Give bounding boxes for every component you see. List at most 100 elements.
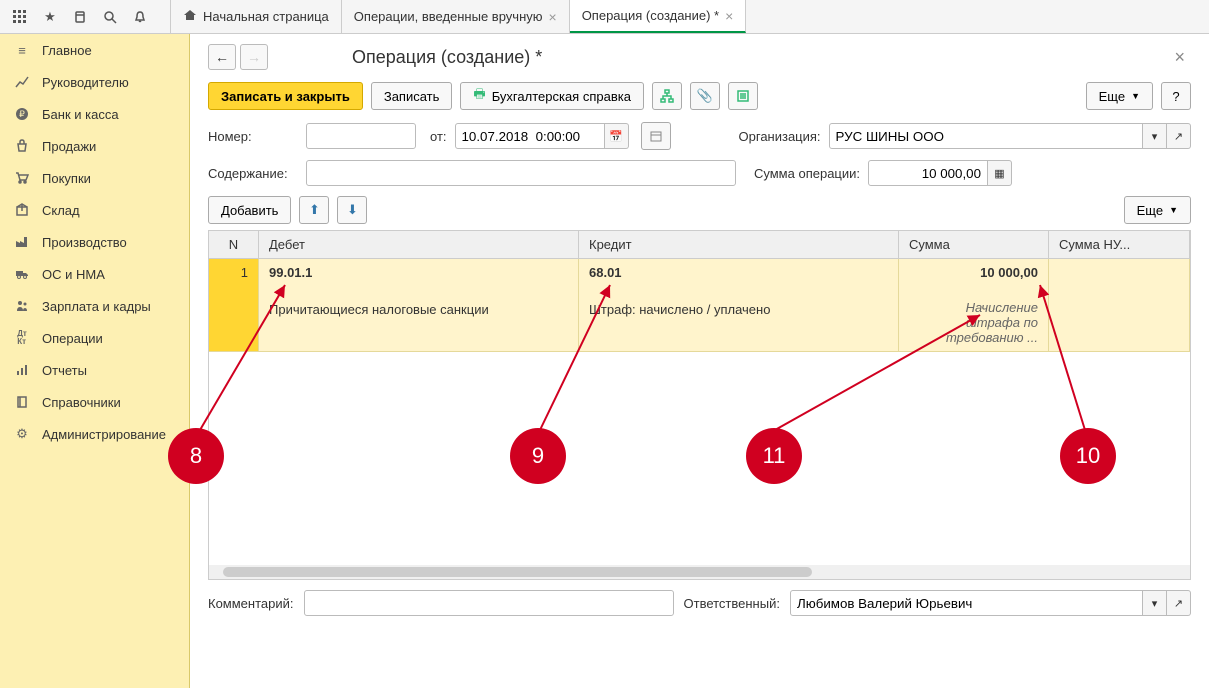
tab-label: Операции, введенные вручную <box>354 9 543 24</box>
open-icon[interactable]: ↗ <box>1167 123 1191 149</box>
col-sumnu[interactable]: Сумма НУ... <box>1049 231 1190 258</box>
clip-icon: 📎 <box>697 88 713 104</box>
open-icon[interactable]: ↗ <box>1167 590 1191 616</box>
button-label: Еще <box>1137 203 1163 218</box>
forward-button[interactable]: → <box>240 44 268 70</box>
sum-note: Начисление штрафа по требованию ... <box>909 300 1038 345</box>
sidebar-item-label: Банк и касса <box>42 107 119 122</box>
sidebar-item-label: Продажи <box>42 139 96 154</box>
sidebar-item-label: Главное <box>42 43 92 58</box>
dropdown-icon[interactable]: ▾ <box>1143 123 1167 149</box>
apps-icon[interactable] <box>6 3 34 31</box>
accounting-ref-button[interactable]: 🖶 Бухгалтерская справка <box>460 82 644 110</box>
comment-input[interactable] <box>304 590 674 616</box>
gear-icon: ⚙ <box>14 426 30 442</box>
sidebar-item-purchases[interactable]: Покупки <box>0 162 189 194</box>
move-down-button[interactable]: ⬇ <box>337 196 367 224</box>
tab-home[interactable]: Начальная страница <box>170 0 342 33</box>
more-button-2[interactable]: Еще▼ <box>1124 196 1191 224</box>
credit-account: 68.01 <box>589 265 888 300</box>
tab-operations-manual[interactable]: Операции, введенные вручную × <box>342 0 570 33</box>
list-button[interactable] <box>728 82 758 110</box>
menu-icon: ≡ <box>14 42 30 58</box>
sidebar-item-sales[interactable]: Продажи <box>0 130 189 162</box>
from-label: от: <box>430 129 447 144</box>
debit-account: 99.01.1 <box>269 265 568 300</box>
org-label: Организация: <box>739 129 821 144</box>
tabs: Начальная страница Операции, введенные в… <box>170 0 746 33</box>
annotation-11: 11 <box>746 428 802 484</box>
bell-icon[interactable] <box>126 3 154 31</box>
cell-sumnu <box>1049 259 1190 351</box>
sidebar-item-label: ОС и НМА <box>42 267 105 282</box>
sidebar-item-production[interactable]: Производство <box>0 226 189 258</box>
sidebar-item-manager[interactable]: Руководителю <box>0 66 189 98</box>
sidebar-item-label: Руководителю <box>42 75 129 90</box>
sidebar-item-admin[interactable]: ⚙Администрирование <box>0 418 189 450</box>
move-up-button[interactable]: ⬆ <box>299 196 329 224</box>
button-label: Еще <box>1099 89 1125 104</box>
org-input[interactable] <box>829 123 1143 149</box>
save-button[interactable]: Записать <box>371 82 453 110</box>
calendar-icon[interactable]: 📅 <box>605 123 629 149</box>
sidebar-item-os-nma[interactable]: ОС и НМА <box>0 258 189 290</box>
col-debit[interactable]: Дебет <box>259 231 579 258</box>
date-input[interactable] <box>455 123 605 149</box>
responsible-input[interactable] <box>790 590 1143 616</box>
close-icon[interactable]: × <box>549 9 557 25</box>
close-icon[interactable]: × <box>1168 47 1191 68</box>
sum-value: 10 000,00 <box>909 265 1038 280</box>
cart-icon <box>14 170 30 186</box>
home-icon <box>183 8 197 25</box>
button-label: Бухгалтерская справка <box>492 89 631 104</box>
number-input[interactable] <box>306 123 416 149</box>
sidebar-item-warehouse[interactable]: Склад <box>0 194 189 226</box>
save-close-button[interactable]: Записать и закрыть <box>208 82 363 110</box>
sidebar-item-directories[interactable]: Справочники <box>0 386 189 418</box>
sidebar-item-payroll[interactable]: Зарплата и кадры <box>0 290 189 322</box>
people-icon <box>14 298 30 314</box>
bag-icon <box>14 138 30 154</box>
help-button[interactable]: ? <box>1161 82 1191 110</box>
responsible-label: Ответственный: <box>684 596 780 611</box>
table-row[interactable]: 1 99.01.1 Причитающиеся налоговые санкци… <box>209 259 1190 352</box>
content-label: Содержание: <box>208 166 298 181</box>
opsum-input[interactable] <box>868 160 988 186</box>
calculator-icon[interactable]: ▦ <box>988 160 1012 186</box>
add-button[interactable]: Добавить <box>208 196 291 224</box>
more-button[interactable]: Еще▼ <box>1086 82 1153 110</box>
star-icon[interactable]: ★ <box>36 3 64 31</box>
comment-label: Комментарий: <box>208 596 294 611</box>
date-extra-button[interactable] <box>641 122 671 150</box>
box-icon <box>14 202 30 218</box>
sidebar: ≡ Главное Руководителю ₽Банк и касса Прод… <box>0 34 190 688</box>
col-sum[interactable]: Сумма <box>899 231 1049 258</box>
opsum-label: Сумма операции: <box>754 166 860 181</box>
dropdown-icon[interactable]: ▾ <box>1143 590 1167 616</box>
cell-n: 1 <box>209 259 259 351</box>
tab-operation-create[interactable]: Операция (создание) * × <box>570 0 747 33</box>
annotation-9: 9 <box>510 428 566 484</box>
scrollbar-horizontal[interactable] <box>209 565 1190 579</box>
sidebar-item-bank[interactable]: ₽Банк и касса <box>0 98 189 130</box>
attach-button[interactable]: 📎 <box>690 82 720 110</box>
col-credit[interactable]: Кредит <box>579 231 899 258</box>
content-input[interactable] <box>306 160 736 186</box>
col-n[interactable]: N <box>209 231 259 258</box>
credit-subconto: Штраф: начислено / уплачено <box>589 300 888 317</box>
book-icon <box>14 394 30 410</box>
print-icon: 🖶 <box>473 85 485 107</box>
tree-button[interactable] <box>652 82 682 110</box>
sidebar-item-operations[interactable]: ДтКтОперации <box>0 322 189 354</box>
tab-label: Операция (создание) * <box>582 8 719 23</box>
history-icon[interactable] <box>66 3 94 31</box>
sidebar-item-label: Зарплата и кадры <box>42 299 151 314</box>
close-icon[interactable]: × <box>725 8 733 24</box>
back-button[interactable]: ← <box>208 44 236 70</box>
entries-table: N Дебет Кредит Сумма Сумма НУ... 1 99.01… <box>208 230 1191 580</box>
search-icon[interactable] <box>96 3 124 31</box>
annotation-10: 10 <box>1060 428 1116 484</box>
sidebar-item-reports[interactable]: Отчеты <box>0 354 189 386</box>
debit-subconto: Причитающиеся налоговые санкции <box>269 300 568 317</box>
sidebar-item-main[interactable]: ≡ Главное <box>0 34 189 66</box>
